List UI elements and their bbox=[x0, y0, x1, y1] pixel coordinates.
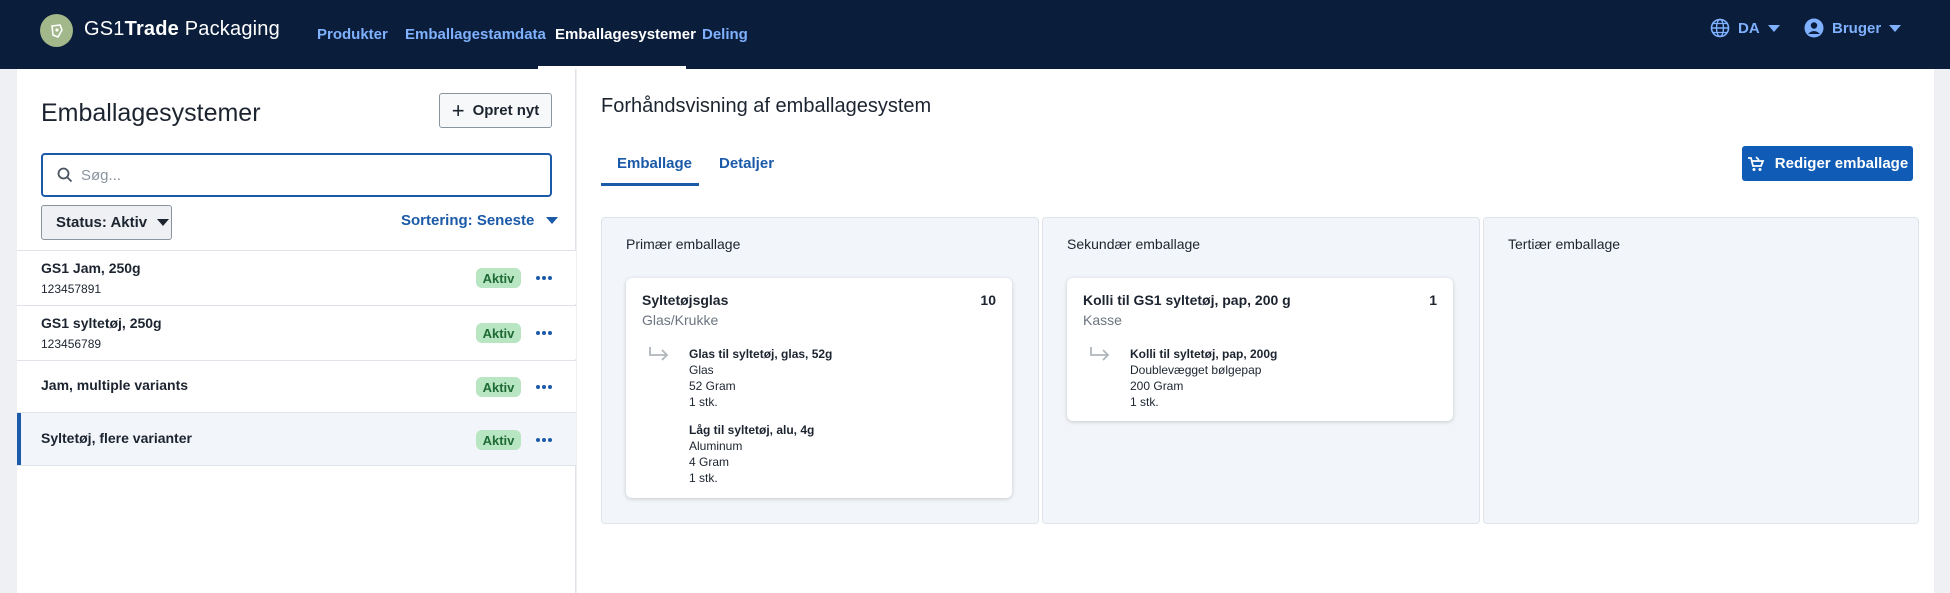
plus-icon: + bbox=[451, 97, 465, 123]
chevron-down-icon bbox=[1767, 24, 1780, 32]
search-input[interactable] bbox=[81, 164, 531, 186]
column-title: Tertiær emballage bbox=[1508, 236, 1621, 252]
component-weight: 200 Gram bbox=[1130, 379, 1184, 393]
status-filter-dropdown[interactable]: Status: Aktiv bbox=[41, 205, 172, 240]
nav-deling[interactable]: Deling bbox=[702, 0, 748, 69]
active-tab-indicator bbox=[601, 183, 699, 186]
list-item-selected[interactable]: Syltetøj, flere varianter Aktiv bbox=[17, 412, 576, 466]
component-count: 1 stk. bbox=[1130, 395, 1159, 409]
packaging-systems-sidebar: Emballagesystemer + Opret nyt Status: Ak… bbox=[17, 69, 576, 593]
card-name: Kolli til GS1 syltetøj, pap, 200 g bbox=[1083, 292, 1291, 308]
edit-cart-icon bbox=[1747, 155, 1765, 171]
item-code: 123456789 bbox=[41, 337, 102, 351]
sort-label: Sortering: Seneste bbox=[401, 212, 535, 229]
status-filter-label: Status: Aktiv bbox=[56, 214, 148, 231]
card-type: Glas/Krukke bbox=[642, 312, 719, 328]
component-item: Kolli til syltetøj, pap, 200g Doublevægg… bbox=[1130, 346, 1277, 410]
globe-icon bbox=[1710, 18, 1730, 38]
more-options-icon[interactable] bbox=[536, 430, 552, 450]
item-name: GS1 Jam, 250g bbox=[41, 260, 141, 276]
component-material: Aluminum bbox=[689, 439, 743, 453]
card-type: Kasse bbox=[1083, 312, 1122, 328]
edit-packaging-button[interactable]: Rediger emballage bbox=[1742, 146, 1913, 181]
component-material: Doublevægget bølgepap bbox=[1130, 363, 1262, 377]
user-avatar-icon bbox=[1804, 18, 1824, 38]
search-box bbox=[41, 153, 552, 197]
status-badge: Aktiv bbox=[476, 377, 521, 397]
nav-emballagesystemer[interactable]: Emballagesystemer bbox=[555, 0, 696, 69]
component-weight: 52 Gram bbox=[689, 379, 736, 393]
tab-detaljer[interactable]: Detaljer bbox=[719, 155, 774, 172]
item-code: 123457891 bbox=[41, 282, 102, 296]
column-title: Sekundær emballage bbox=[1067, 236, 1201, 252]
component-item: Glas til syltetøj, glas, 52g Glas 52 Gra… bbox=[689, 346, 832, 410]
component-name: Glas til syltetøj, glas, 52g bbox=[689, 347, 833, 361]
component-count: 1 stk. bbox=[689, 471, 718, 485]
item-name: Jam, multiple variants bbox=[41, 377, 189, 393]
status-badge: Aktiv bbox=[476, 323, 521, 343]
component-count: 1 stk. bbox=[689, 395, 718, 409]
sort-dropdown[interactable]: Sortering: Seneste bbox=[401, 212, 559, 229]
status-badge: Aktiv bbox=[476, 430, 521, 450]
primary-packaging-column: Primær emballage Syltetøjsglas 10 Glas/K… bbox=[601, 217, 1039, 524]
logo-icon[interactable] bbox=[40, 14, 73, 47]
sub-component-arrow-icon bbox=[649, 347, 669, 361]
edit-packaging-label: Rediger emballage bbox=[1774, 155, 1909, 172]
list-item[interactable]: GS1 syltetøj, 250g 123456789 Aktiv bbox=[17, 305, 576, 359]
card-quantity: 10 bbox=[980, 292, 996, 308]
user-label: Bruger bbox=[1832, 19, 1882, 37]
secondary-packaging-column: Sekundær emballage Kolli til GS1 syltetø… bbox=[1042, 217, 1480, 524]
packaging-system-preview: Forhåndsvisning af emballagesystem Embal… bbox=[577, 69, 1934, 593]
chevron-down-icon bbox=[157, 219, 170, 226]
card-quantity: 1 bbox=[1429, 292, 1437, 308]
packaging-card[interactable]: Kolli til GS1 syltetøj, pap, 200 g 1 Kas… bbox=[1067, 278, 1453, 421]
chevron-down-icon bbox=[546, 217, 559, 224]
app-title[interactable]: GS1Trade Packaging bbox=[84, 18, 280, 41]
component-name: Kolli til syltetøj, pap, 200g bbox=[1130, 347, 1278, 361]
top-navigation-bar: GS1Trade Packaging Produkter Emballagest… bbox=[0, 0, 1950, 69]
column-title: Primær emballage bbox=[626, 236, 741, 252]
sub-component-arrow-icon bbox=[1090, 347, 1110, 361]
tab-emballage[interactable]: Emballage bbox=[617, 155, 692, 172]
nav-emballagestamdata[interactable]: Emballagestamdata bbox=[405, 0, 546, 69]
list-item[interactable]: GS1 Jam, 250g 123457891 Aktiv bbox=[17, 250, 576, 304]
item-name: Syltetøj, flere varianter bbox=[41, 430, 192, 446]
language-selector[interactable]: DA bbox=[1710, 18, 1780, 38]
more-options-icon[interactable] bbox=[536, 377, 552, 397]
packaging-card[interactable]: Syltetøjsglas 10 Glas/Krukke Glas til sy… bbox=[626, 278, 1012, 498]
list-item[interactable]: Jam, multiple variants Aktiv bbox=[17, 360, 576, 414]
preview-title: Forhåndsvisning af emballagesystem bbox=[601, 95, 932, 117]
tertiary-packaging-column: Tertiær emballage bbox=[1483, 217, 1919, 524]
more-options-icon[interactable] bbox=[536, 323, 552, 343]
status-badge: Aktiv bbox=[476, 268, 521, 288]
language-label: DA bbox=[1738, 19, 1760, 37]
card-name: Syltetøjsglas bbox=[642, 292, 729, 308]
chevron-down-icon bbox=[1889, 24, 1902, 32]
item-name: GS1 syltetøj, 250g bbox=[41, 315, 162, 331]
user-menu[interactable]: Bruger bbox=[1804, 18, 1902, 38]
component-item: Låg til syltetøj, alu, 4g Aluminum 4 Gra… bbox=[689, 422, 814, 486]
sidebar-title: Emballagesystemer bbox=[41, 99, 261, 127]
create-new-label: Opret nyt bbox=[472, 102, 540, 119]
more-options-icon[interactable] bbox=[536, 268, 552, 288]
component-name: Låg til syltetøj, alu, 4g bbox=[689, 423, 815, 437]
component-weight: 4 Gram bbox=[689, 455, 730, 469]
search-icon bbox=[57, 167, 73, 183]
nav-produkter[interactable]: Produkter bbox=[317, 0, 388, 69]
create-new-button[interactable]: + Opret nyt bbox=[439, 93, 552, 128]
component-material: Glas bbox=[689, 363, 714, 377]
